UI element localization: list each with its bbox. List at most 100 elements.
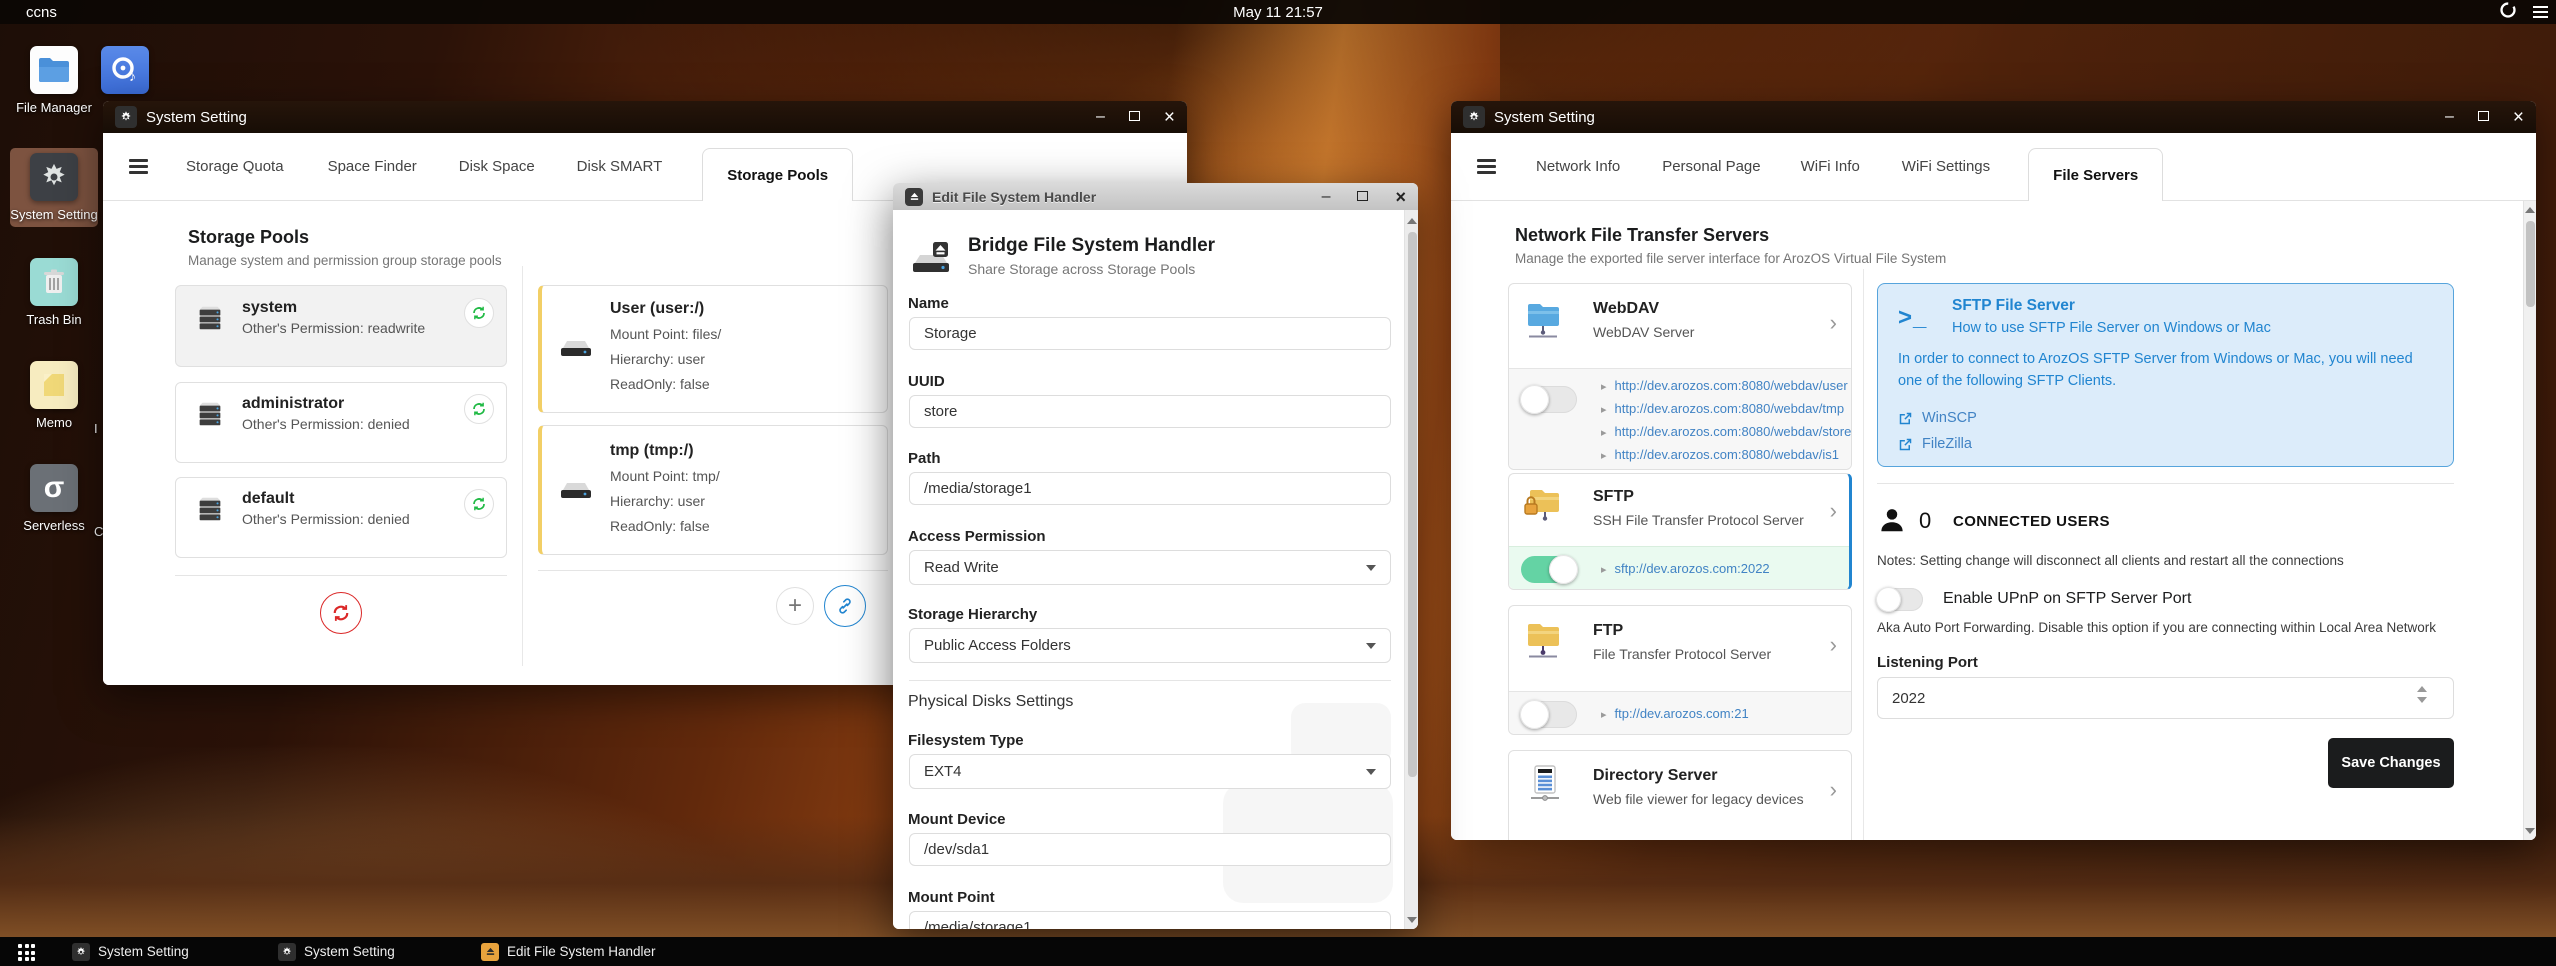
ftp-url-section: ▸ ftp://dev.arozos.com:21 bbox=[1509, 691, 1851, 734]
bullet-icon: ▸ bbox=[1601, 450, 1607, 462]
server-card-ftp[interactable]: FTP File Transfer Protocol Server › ▸ ftp… bbox=[1508, 605, 1852, 735]
add-handler-button[interactable]: + bbox=[776, 587, 814, 625]
sftp-folder-lock-icon bbox=[1521, 484, 1565, 531]
window-title: System Setting bbox=[146, 108, 247, 126]
desktop-icon-serverless[interactable]: σ Serverless bbox=[10, 464, 98, 534]
taskbar-item-edit-fs-handler[interactable]: Edit File System Handler bbox=[481, 937, 656, 966]
save-changes-button[interactable]: Save Changes bbox=[2328, 738, 2454, 788]
close-button[interactable]: × bbox=[1395, 188, 1406, 206]
name-input[interactable] bbox=[909, 317, 1391, 350]
gear-icon bbox=[1463, 106, 1485, 128]
ftp-folder-icon bbox=[1521, 618, 1565, 665]
refresh-pools-button[interactable] bbox=[320, 592, 362, 634]
tab-space-finder[interactable]: Space Finder bbox=[328, 158, 417, 175]
eject-icon bbox=[905, 187, 923, 206]
partial-desktop-label: C bbox=[94, 524, 104, 539]
webdav-url-link[interactable]: http://dev.arozos.com:8080/webdav/tmp bbox=[1615, 401, 1845, 416]
number-spinner[interactable] bbox=[2417, 686, 2427, 703]
mount-device-input[interactable] bbox=[909, 833, 1391, 866]
webdav-toggle[interactable] bbox=[1520, 385, 1577, 414]
taskbar-item-system-setting-2[interactable]: System Setting bbox=[278, 937, 395, 966]
uuid-input[interactable] bbox=[909, 395, 1391, 428]
server-desc: Web file viewer for legacy devices bbox=[1593, 791, 1804, 807]
listening-port-input[interactable] bbox=[1877, 677, 2454, 719]
pool-card-default[interactable]: default Other's Permission: denied bbox=[175, 477, 507, 558]
webdav-folder-icon bbox=[1521, 298, 1565, 345]
minimize-button[interactable]: – bbox=[1322, 188, 1331, 205]
ftp-toggle[interactable] bbox=[1520, 700, 1577, 729]
column-divider bbox=[1863, 269, 1864, 840]
close-button[interactable]: × bbox=[2513, 108, 2524, 127]
app-grid-icon[interactable] bbox=[18, 944, 35, 961]
window-scrollbar[interactable] bbox=[1404, 210, 1418, 929]
close-button[interactable]: × bbox=[1164, 108, 1175, 127]
winscp-link[interactable]: WinSCP bbox=[1922, 410, 1977, 426]
tab-file-servers[interactable]: File Servers bbox=[2028, 148, 2164, 201]
minimize-button[interactable]: – bbox=[2445, 109, 2454, 125]
titlebar[interactable]: System Setting – × bbox=[1451, 101, 2536, 133]
page-subtitle: Manage the exported file server interfac… bbox=[1515, 251, 1947, 266]
chevron-right-icon[interactable]: › bbox=[1830, 777, 1837, 803]
desktop-icon-music-app[interactable]: ♪ bbox=[97, 46, 153, 94]
taskbar-item-system-setting-1[interactable]: System Setting bbox=[72, 937, 189, 966]
server-card-sftp[interactable]: SFTP SSH File Transfer Protocol Server ›… bbox=[1508, 473, 1852, 590]
handler-readonly: ReadOnly: false bbox=[610, 376, 710, 392]
filezilla-link[interactable]: FileZilla bbox=[1922, 436, 1972, 452]
pool-card-administrator[interactable]: administrator Other's Permission: denied bbox=[175, 382, 507, 463]
tab-wifi-info[interactable]: WiFi Info bbox=[1801, 158, 1860, 175]
path-input[interactable] bbox=[909, 472, 1391, 505]
access-permission-select[interactable]: Read Write bbox=[909, 550, 1391, 585]
ftp-url-link[interactable]: ftp://dev.arozos.com:21 bbox=[1615, 706, 1749, 721]
topbar-menu-icon[interactable] bbox=[2533, 3, 2548, 21]
maximize-button[interactable] bbox=[1357, 189, 1369, 205]
titlebar[interactable]: Edit File System Handler – × bbox=[893, 183, 1418, 210]
chevron-right-icon[interactable]: › bbox=[1830, 310, 1837, 336]
mount-point-input[interactable] bbox=[909, 911, 1391, 929]
desktop-icon-file-manager[interactable]: File Manager bbox=[10, 46, 98, 116]
upnp-toggle[interactable] bbox=[1876, 587, 1923, 612]
window-scrollbar[interactable] bbox=[2523, 201, 2536, 840]
external-link-icon bbox=[1899, 412, 1912, 424]
tab-disk-smart[interactable]: Disk SMART bbox=[577, 158, 663, 175]
sftp-info-box: >_ SFTP File Server How to use SFTP File… bbox=[1877, 283, 2454, 467]
chevron-right-icon[interactable]: › bbox=[1830, 632, 1837, 658]
pool-sync-button[interactable] bbox=[464, 489, 494, 519]
webdav-url-link[interactable]: http://dev.arozos.com:8080/webdav/is1 bbox=[1615, 447, 1840, 462]
sftp-toggle[interactable] bbox=[1521, 555, 1578, 584]
sftp-url-link[interactable]: sftp://dev.arozos.com:2022 bbox=[1615, 561, 1770, 576]
hamburger-menu-icon[interactable] bbox=[1477, 156, 1496, 177]
maximize-button[interactable] bbox=[2477, 109, 2489, 125]
tab-network-info[interactable]: Network Info bbox=[1536, 158, 1620, 175]
webdav-url-link[interactable]: http://dev.arozos.com:8080/webdav/user bbox=[1615, 378, 1848, 393]
filesystem-type-select[interactable]: EXT4 bbox=[909, 754, 1391, 789]
pool-card-system[interactable]: system Other's Permission: readwrite bbox=[175, 285, 507, 367]
desktop-icon-trash-bin[interactable]: Trash Bin bbox=[10, 258, 98, 328]
bridge-link-button[interactable] bbox=[824, 585, 866, 627]
window-title: Edit File System Handler bbox=[932, 188, 1097, 205]
desktop-icon-system-setting[interactable]: System Setting bbox=[10, 148, 98, 227]
pool-sync-button[interactable] bbox=[464, 394, 494, 424]
tab-storage-pools[interactable]: Storage Pools bbox=[702, 148, 854, 201]
titlebar[interactable]: System Setting – × bbox=[103, 101, 1187, 133]
tab-disk-space[interactable]: Disk Space bbox=[459, 158, 535, 175]
gear-icon bbox=[278, 942, 296, 961]
tab-storage-quota[interactable]: Storage Quota bbox=[186, 158, 284, 175]
tab-personal-page[interactable]: Personal Page bbox=[1662, 158, 1760, 175]
hamburger-menu-icon[interactable] bbox=[129, 156, 148, 177]
select-value: Public Access Folders bbox=[924, 637, 1071, 654]
tab-wifi-settings[interactable]: WiFi Settings bbox=[1902, 158, 1990, 175]
maximize-button[interactable] bbox=[1128, 109, 1140, 125]
chevron-right-icon[interactable]: › bbox=[1830, 498, 1837, 524]
fs-handler-card-user[interactable]: User (user:/) Mount Point: files/ Hierar… bbox=[538, 285, 888, 413]
desktop-icon-memo[interactable]: Memo bbox=[10, 361, 98, 431]
window-edit-fs-handler: Edit File System Handler – × Bridge File… bbox=[893, 183, 1418, 929]
caret-down-icon bbox=[1366, 564, 1376, 571]
minimize-button[interactable]: – bbox=[1096, 109, 1105, 125]
webdav-url-link[interactable]: http://dev.arozos.com:8080/webdav/store bbox=[1615, 424, 1852, 439]
pool-sync-button[interactable] bbox=[464, 298, 494, 328]
server-card-webdav[interactable]: WebDAV WebDAV Server › ▸ http://dev.arozo… bbox=[1508, 283, 1852, 470]
storage-hierarchy-select[interactable]: Public Access Folders bbox=[909, 628, 1391, 663]
fs-handler-card-tmp[interactable]: tmp (tmp:/) Mount Point: tmp/ Hierarchy:… bbox=[538, 425, 888, 555]
status-circle-icon[interactable] bbox=[2499, 1, 2517, 24]
server-card-directory[interactable]: Directory Server Web file viewer for leg… bbox=[1508, 750, 1852, 840]
